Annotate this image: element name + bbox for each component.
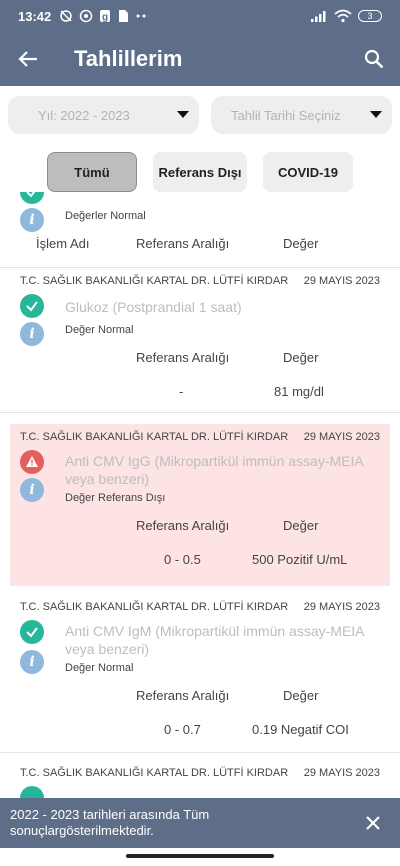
battery-indicator: 3 [358, 10, 382, 22]
reference-range: - [179, 384, 184, 399]
result-date: 29 MAYIS 2023 [303, 767, 380, 779]
test-name: Anti CMV IgM (Mikropartikül immün assay-… [65, 623, 364, 657]
snackbar-message: 2022 - 2023 tarihleri arasında Tüm sonuç… [10, 807, 210, 838]
results-list[interactable]: i Değerler Normal İşlem Adı Referans Ara… [0, 192, 400, 798]
whatsapp-icon [80, 9, 93, 23]
hospital-name: T.C. SAĞLIK BAKANLIĞI KARTAL DR. LÜTFİ K… [20, 767, 289, 779]
col-header-deger: Değer [283, 518, 319, 533]
status-bar: 13:42 g 3 [0, 0, 400, 32]
result-status: Değer Normal [65, 324, 134, 336]
caret-down-icon [370, 111, 382, 118]
result-status: Değerler Normal [65, 210, 146, 222]
warning-icon [20, 450, 44, 474]
col-header-islem: İşlem Adı [36, 236, 90, 251]
col-header-referans: Referans Aralığı [136, 518, 230, 533]
test-name: Glukoz (Postprandial 1 saat) [65, 299, 242, 315]
year-dropdown[interactable]: Yıl: 2022 - 2023 [8, 96, 199, 134]
search-button[interactable] [348, 32, 400, 86]
app-bar: Tahlillerim [0, 32, 400, 86]
result-status: Değer Normal [65, 662, 134, 674]
result-date: 29 MAYIS 2023 [303, 601, 380, 613]
close-icon [366, 816, 380, 830]
date-dropdown[interactable]: Tahlil Tarihi Seçiniz [211, 96, 392, 134]
year-dropdown-value: Yıl: 2022 - 2023 [38, 107, 130, 123]
result-value: 0.19 Negatif COI [252, 722, 349, 737]
arrow-left-icon [18, 51, 37, 67]
list-item[interactable]: T.C. SAĞLIK BAKANLIĞI KARTAL DR. LÜTFİ K… [0, 594, 400, 754]
result-date: 29 MAYIS 2023 [303, 275, 380, 287]
svg-text:g: g [102, 12, 108, 23]
page-title: Tahlillerim [74, 46, 183, 71]
result-date: 29 MAYIS 2023 [303, 431, 380, 443]
col-header-deger: Değer [283, 688, 319, 703]
hospital-name: T.C. SAĞLIK BAKANLIĞI KARTAL DR. LÜTFİ K… [20, 601, 289, 613]
list-item-out-of-range[interactable]: T.C. SAĞLIK BAKANLIĞI KARTAL DR. LÜTFİ K… [10, 424, 390, 586]
status-time: 13:42 [18, 8, 52, 24]
tab-covid-19[interactable]: COVID-19 [263, 152, 353, 192]
check-icon [20, 786, 44, 798]
home-gesture-bar[interactable] [126, 854, 274, 858]
filter-tabs: Tümü Referans Dışı COVID-19 [47, 152, 353, 192]
tab-referans-disi[interactable]: Referans Dışı [153, 152, 247, 192]
list-item[interactable]: i Değerler Normal İşlem Adı Referans Ara… [0, 192, 400, 272]
divider [0, 412, 400, 413]
g-icon: g [100, 10, 111, 23]
snackbar: 2022 - 2023 tarihleri arasında Tüm sonuç… [0, 798, 400, 848]
list-item[interactable]: T.C. SAĞLIK BAKANLIĞI KARTAL DR. LÜTFİ K… [0, 760, 400, 798]
check-icon [20, 620, 44, 644]
info-icon[interactable]: i [20, 478, 44, 502]
check-icon [20, 294, 44, 318]
result-value: 81 mg/dl [274, 384, 324, 399]
more-icon [136, 14, 146, 18]
navigation-bar [0, 848, 400, 866]
info-icon[interactable]: i [20, 650, 44, 674]
back-button[interactable] [0, 32, 56, 86]
col-header-deger: Değer [283, 236, 319, 251]
signal-icon [311, 11, 326, 22]
filter-bar: Yıl: 2022 - 2023 Tahlil Tarihi Seçiniz [8, 96, 392, 134]
hospital-name: T.C. SAĞLIK BAKANLIĞI KARTAL DR. LÜTFİ K… [20, 431, 289, 443]
col-header-referans: Referans Aralığı [136, 350, 230, 365]
tab-tumu[interactable]: Tümü [47, 152, 137, 192]
date-dropdown-placeholder: Tahlil Tarihi Seçiniz [231, 107, 341, 123]
divider [0, 752, 400, 753]
info-icon[interactable]: i [20, 208, 44, 232]
alarm-off-icon [60, 10, 72, 22]
result-status: Değer Referans Dışı [65, 492, 166, 504]
reference-range: 0 - 0.5 [164, 552, 201, 567]
col-header-deger: Değer [283, 350, 319, 365]
result-value: 500 Pozitif U/mL [252, 552, 348, 567]
col-header-referans: Referans Aralığı [136, 688, 230, 703]
check-icon [20, 192, 44, 204]
wifi-icon [334, 9, 352, 23]
list-item[interactable]: T.C. SAĞLIK BAKANLIĞI KARTAL DR. LÜTFİ K… [0, 268, 400, 420]
sim-icon [119, 10, 129, 22]
info-icon[interactable]: i [20, 322, 44, 346]
search-icon [364, 49, 384, 69]
caret-down-icon [177, 111, 189, 118]
reference-range: 0 - 0.7 [164, 722, 201, 737]
hospital-name: T.C. SAĞLIK BAKANLIĞI KARTAL DR. LÜTFİ K… [20, 275, 289, 287]
test-name: Anti CMV IgG (Mikropartikül immün assay-… [65, 453, 363, 487]
col-header-referans: Referans Aralığı [136, 236, 230, 251]
snackbar-close-button[interactable] [360, 810, 386, 836]
